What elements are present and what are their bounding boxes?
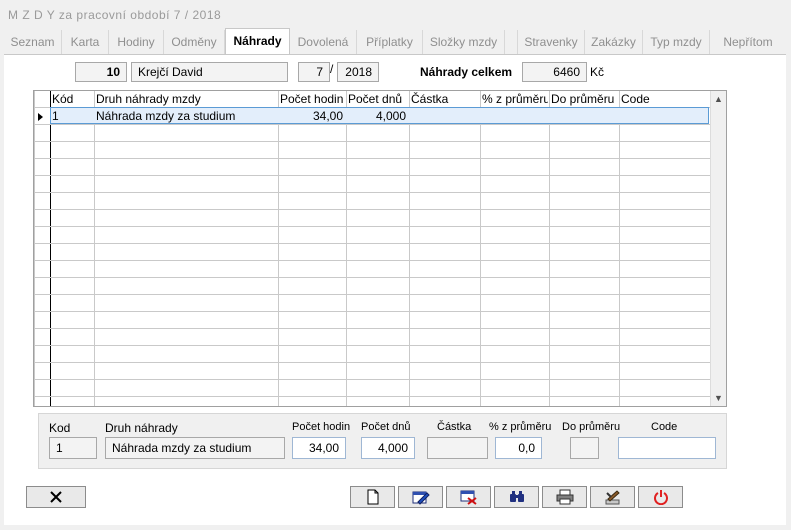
grid-column-header[interactable]: Kód (52, 92, 93, 106)
period-separator: / (330, 62, 334, 76)
tab-seznam[interactable]: Seznam (4, 30, 62, 54)
print-button[interactable] (542, 486, 587, 508)
tab-nahrady[interactable]: Náhrady (225, 28, 290, 55)
compensation-grid[interactable]: Kód Druh náhrady mzdy Počet hodin Počet dnů… (33, 90, 727, 407)
row-indicator-column (35, 91, 49, 406)
tab-odmeny[interactable]: Odměny (164, 30, 225, 54)
grid-column-header[interactable]: Code (621, 92, 709, 106)
grid-column-header[interactable]: Počet hodin (280, 92, 345, 106)
druh-field[interactable]: Náhrada mzdy za studium (105, 437, 285, 459)
new-document-icon (367, 489, 378, 505)
total-label: Náhrady celkem (420, 65, 513, 79)
do-prumeru-field[interactable] (570, 437, 599, 459)
grid-lines (34, 91, 711, 406)
tools-icon (605, 490, 620, 505)
kod-field[interactable]: 1 (49, 437, 97, 459)
tab-typ-mzdy[interactable]: Typ mzdy (643, 30, 710, 54)
label-pocet-dnu: Počet dnů (361, 421, 411, 433)
currency-label: Kč (590, 65, 605, 79)
grid-column-header[interactable]: Do průměru (551, 92, 618, 106)
tab-zakazky[interactable]: Zakázky (585, 30, 643, 54)
label-castka: Částka (437, 421, 472, 433)
grid-cell[interactable] (411, 108, 477, 124)
castka-field[interactable] (427, 437, 488, 459)
grid-header: Kód Druh náhrady mzdy Počet hodin Počet dnů… (34, 91, 710, 107)
grid-column-header[interactable]: Počet dnů (348, 92, 408, 106)
grid-cell[interactable] (621, 108, 707, 124)
label-code: Code (651, 421, 678, 433)
label-druh: Druh náhrady (105, 421, 178, 435)
delete-button[interactable] (446, 486, 491, 508)
code-field[interactable] (618, 437, 716, 459)
edit-icon (412, 491, 430, 505)
print-icon (556, 489, 573, 505)
tab-slozky-mzdy[interactable]: Složky mzdy (423, 30, 505, 54)
pocet-hodin-field[interactable]: 34,00 (292, 437, 346, 459)
tab-empty[interactable] (505, 30, 518, 54)
tab-hodiny[interactable]: Hodiny (109, 30, 164, 54)
power-icon (653, 490, 668, 505)
tab-dovolena[interactable]: Dovolená (290, 30, 357, 54)
vertical-scrollbar[interactable]: ▲ ▼ (710, 91, 726, 406)
label-pct: % z průměru (489, 421, 552, 433)
grid-cell[interactable] (482, 108, 546, 124)
grid-column-header[interactable]: % z průměru (482, 92, 548, 106)
grid-cell[interactable]: 1 (52, 108, 91, 124)
grid-column-header[interactable]: Druh náhrady mzdy (96, 92, 277, 106)
tab-bar: Seznam Karta Hodiny Odměny Náhrady Dovol… (4, 28, 786, 55)
grid-column-header[interactable]: Částka (411, 92, 479, 106)
find-icon (509, 491, 524, 502)
delete-icon (460, 490, 477, 505)
tab-divider (4, 54, 786, 55)
period-month-field[interactable]: 7 (298, 62, 330, 82)
find-button[interactable] (494, 486, 539, 508)
tab-stravenky[interactable]: Stravenky (518, 30, 585, 54)
tab-karta[interactable]: Karta (62, 30, 109, 54)
new-button[interactable] (350, 486, 395, 508)
pct-field[interactable]: 0,0 (495, 437, 542, 459)
power-button[interactable] (638, 486, 683, 508)
scroll-up-icon[interactable]: ▲ (714, 94, 723, 104)
tab-nepritom[interactable]: Nepřítom (710, 30, 786, 54)
label-do-prumeru: Do průměru (562, 421, 621, 433)
grid-cell[interactable] (551, 108, 616, 124)
close-button[interactable] (26, 486, 86, 508)
grid-cell[interactable]: 34,00 (280, 108, 343, 124)
close-icon (50, 491, 62, 503)
employee-name-field[interactable]: Krejčí David (131, 62, 288, 82)
row-pointer-icon (38, 113, 43, 121)
tab-priplatky[interactable]: Příplatky (357, 30, 423, 54)
pocet-dnu-field[interactable]: 4,000 (361, 437, 415, 459)
label-kod: Kod (49, 421, 71, 435)
employee-number-field[interactable]: 10 (75, 62, 127, 82)
total-value-field: 6460 (522, 62, 587, 82)
period-year-field[interactable]: 2018 (337, 62, 379, 82)
grid-cell[interactable]: Náhrada mzdy za studium (96, 108, 275, 124)
edit-button[interactable] (398, 486, 443, 508)
label-pocet-hodin: Počet hodin (292, 421, 351, 433)
grid-cell[interactable]: 4,000 (348, 108, 406, 124)
scroll-down-icon[interactable]: ▼ (714, 393, 723, 403)
window-title: M Z D Y za pracovní období 7 / 2018 (8, 8, 222, 22)
tools-button[interactable] (590, 486, 635, 508)
